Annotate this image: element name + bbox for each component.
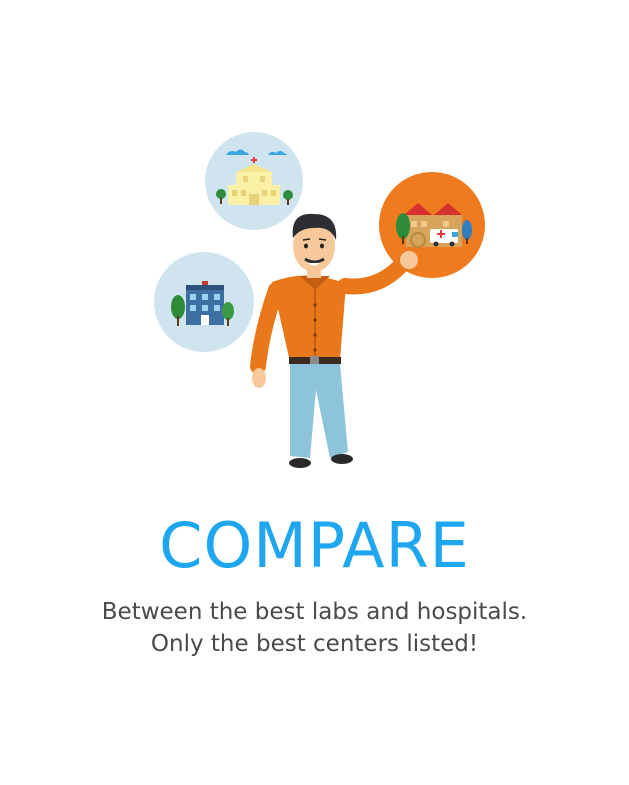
hero-illustration <box>154 132 485 468</box>
description-line-2: Only the best centers listed! <box>150 631 479 657</box>
hospital-circle <box>205 132 303 230</box>
page-title: COMPARE <box>159 509 470 582</box>
clinic-circle <box>154 252 254 352</box>
description-line-1: Between the best labs and hospitals. <box>101 599 528 625</box>
clinic-building-icon <box>186 281 224 325</box>
description: Between the best labs and hospitals. Onl… <box>0 596 629 660</box>
